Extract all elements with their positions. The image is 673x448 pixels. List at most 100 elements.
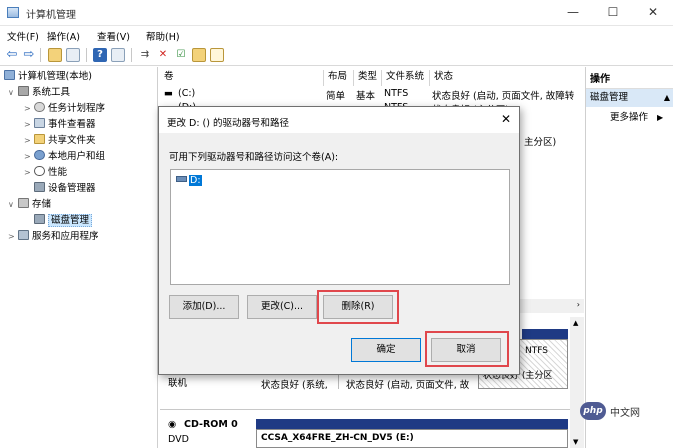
forward-icon[interactable]: ⇨ bbox=[22, 48, 36, 62]
cdrom-volume[interactable]: CCSA_X64FRE_ZH-CN_DV5 (E:) bbox=[256, 429, 568, 448]
php-logo-icon: php bbox=[580, 402, 606, 420]
actions-header: 操作 bbox=[586, 71, 673, 89]
menu-file[interactable]: 文件(F) bbox=[7, 29, 39, 43]
tree-node-performance[interactable]: > 性能 bbox=[24, 165, 67, 181]
column-header-volume[interactable]: 卷 bbox=[160, 70, 324, 86]
drive-path-list[interactable]: D: bbox=[170, 169, 510, 285]
column-header-filesystem[interactable]: 文件系统 bbox=[382, 70, 430, 86]
php-watermark: php 中文网 bbox=[580, 402, 668, 424]
ok-button[interactable]: 确定 bbox=[351, 338, 421, 362]
tools-icon bbox=[18, 86, 29, 96]
drive-letter-entry: D: bbox=[189, 175, 202, 186]
tree-node-services[interactable]: > 服务和应用程序 bbox=[8, 229, 99, 245]
actions-pane: 操作 磁盘管理 ▲ 更多操作 ▶ bbox=[585, 67, 673, 448]
chevron-right-icon[interactable]: > bbox=[24, 101, 34, 117]
chevron-right-icon: ▶ bbox=[657, 113, 664, 122]
tree-node-device-manager[interactable]: 设备管理器 bbox=[34, 181, 96, 197]
toolbar-separator bbox=[86, 48, 87, 62]
cdrom-icon: ◉ bbox=[168, 419, 177, 430]
tree-node-storage[interactable]: ∨ 存储 bbox=[8, 197, 51, 213]
actions-section-disk-management[interactable]: 磁盘管理 ▲ bbox=[586, 89, 673, 107]
toolbar-separator bbox=[40, 48, 41, 62]
help-icon[interactable]: ? bbox=[93, 48, 107, 62]
menu-action[interactable]: 操作(A) bbox=[47, 29, 80, 43]
disk-icon bbox=[34, 214, 45, 224]
change-button[interactable]: 更改(C)... bbox=[247, 295, 317, 319]
chevron-down-icon[interactable]: ∨ bbox=[8, 85, 18, 101]
tree-node-root[interactable]: 计算机管理(本地) bbox=[4, 69, 92, 85]
menu-view[interactable]: 查看(V) bbox=[97, 29, 130, 43]
dialog-close-icon[interactable]: ✕ bbox=[501, 112, 511, 126]
drive-icon: ▬ bbox=[164, 88, 173, 99]
collapse-up-icon[interactable]: ▲ bbox=[664, 89, 670, 107]
column-header-status[interactable]: 状态 bbox=[430, 70, 584, 86]
more-actions-item[interactable]: 更多操作 ▶ bbox=[610, 109, 663, 123]
maximize-button[interactable]: ☐ bbox=[593, 0, 633, 26]
chevron-right-icon[interactable]: > bbox=[24, 117, 34, 133]
properties-icon[interactable] bbox=[111, 48, 125, 62]
delete-icon[interactable]: ✕ bbox=[156, 48, 170, 62]
back-icon[interactable]: ⇦ bbox=[5, 48, 19, 62]
disk-separator bbox=[160, 409, 570, 410]
volume-fs: NTFS bbox=[384, 88, 409, 99]
clock-icon bbox=[34, 102, 45, 112]
tree-node-shared-folders[interactable]: > 共享文件夹 bbox=[24, 133, 96, 149]
dialog-title: 更改 D: () 的驱动器号和路径 bbox=[167, 118, 289, 129]
menu-bar: 文件(F) 操作(A) 查看(V) 帮助(H) bbox=[0, 26, 673, 44]
event-viewer-icon bbox=[34, 118, 45, 128]
show-hide-tree-icon[interactable] bbox=[66, 48, 80, 62]
device-manager-icon bbox=[34, 182, 45, 192]
volume-status: 状态良好 (启动, 页面文件, 故障转 bbox=[432, 91, 575, 102]
navigation-tree: 计算机管理(本地) ∨ 系统工具 > 任务计划程序 > 事件查看器 > 共享文件夹 > 本… bbox=[0, 67, 158, 448]
scroll-down-icon[interactable]: ▼ bbox=[573, 438, 578, 446]
cdrom-label: CD-ROM 0 bbox=[184, 419, 238, 430]
chevron-down-icon[interactable]: ∨ bbox=[8, 197, 18, 213]
checklist-icon[interactable]: ☑ bbox=[174, 48, 188, 62]
toolbar-separator bbox=[131, 48, 132, 62]
dialog-title-bar: 更改 D: () 的驱动器号和路径 ✕ bbox=[159, 107, 519, 133]
close-button[interactable]: ✕ bbox=[633, 0, 673, 26]
vertical-scrollbar[interactable]: ▲ ▼ bbox=[570, 317, 584, 448]
cdrom-header-bar bbox=[256, 419, 568, 429]
volume-name: (C:) bbox=[178, 88, 196, 99]
tree-node-event-viewer[interactable]: > 事件查看器 bbox=[24, 117, 96, 133]
performance-icon bbox=[34, 166, 45, 176]
tree-node-disk-management[interactable]: 磁盘管理 bbox=[34, 213, 93, 229]
volume-status-partial: 主分区) bbox=[524, 137, 557, 148]
partition-status: 状态良好 (系统, bbox=[261, 380, 328, 391]
scroll-right-icon[interactable]: › bbox=[577, 300, 580, 309]
services-icon bbox=[18, 230, 29, 240]
window-title: 计算机管理 bbox=[26, 10, 76, 21]
chevron-right-icon[interactable]: > bbox=[24, 149, 34, 165]
highlight-box-cancel bbox=[425, 331, 509, 367]
menu-help[interactable]: 帮助(H) bbox=[146, 29, 180, 43]
volume-layout: 简单 bbox=[326, 91, 346, 102]
list-item[interactable]: D: bbox=[176, 175, 202, 189]
connect-icon[interactable]: ⇉ bbox=[138, 48, 152, 62]
watermark-text: 中文网 bbox=[610, 408, 640, 419]
add-button[interactable]: 添加(D)... bbox=[169, 295, 239, 319]
up-folder-icon[interactable] bbox=[48, 48, 62, 62]
column-header-layout[interactable]: 布局 bbox=[324, 70, 354, 86]
shared-folder-icon bbox=[34, 134, 45, 144]
chevron-right-icon[interactable]: > bbox=[24, 133, 34, 149]
tree-node-system-tools[interactable]: ∨ 系统工具 bbox=[8, 85, 70, 101]
computer-icon bbox=[4, 70, 15, 80]
more-actions-label: 更多操作 bbox=[610, 112, 649, 123]
scroll-up-icon[interactable]: ▲ bbox=[573, 319, 578, 327]
cdrom-type: DVD bbox=[168, 434, 189, 445]
computer-management-icon bbox=[7, 7, 19, 18]
chevron-right-icon[interactable]: > bbox=[24, 165, 34, 181]
toolbar: ⇦ ⇨ ? ⇉ ✕ ☑ bbox=[0, 44, 673, 66]
title-bar: 计算机管理 — ☐ ✕ bbox=[0, 0, 673, 26]
new-folder-icon[interactable] bbox=[192, 48, 206, 62]
search-file-icon[interactable] bbox=[210, 48, 224, 62]
tree-node-task-scheduler[interactable]: > 任务计划程序 bbox=[24, 101, 105, 117]
volume-type: 基本 bbox=[356, 91, 376, 102]
storage-icon bbox=[18, 198, 29, 208]
chevron-right-icon[interactable]: > bbox=[8, 229, 18, 245]
column-header-type[interactable]: 类型 bbox=[354, 70, 382, 86]
tree-node-local-users[interactable]: > 本地用户和组 bbox=[24, 149, 105, 165]
dialog-prompt: 可用下列驱动器号和路径访问这个卷(A): bbox=[169, 152, 339, 163]
minimize-button[interactable]: — bbox=[553, 0, 593, 26]
